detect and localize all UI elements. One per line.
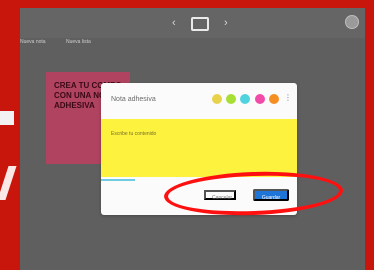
chevron-right-icon[interactable]: › bbox=[224, 17, 228, 29]
more-icon[interactable]: ⋮ bbox=[284, 93, 292, 102]
editor-placeholder: Escribe tu contenido bbox=[111, 131, 157, 137]
top-toolbar: ‹ › bbox=[20, 8, 365, 38]
app-screen: ‹ › Nueva nota Nueva lista CREA TU COMPO… bbox=[20, 8, 365, 270]
color-swatch-cyan[interactable] bbox=[240, 94, 250, 104]
document-icon[interactable] bbox=[191, 17, 209, 31]
note-editor[interactable]: Escribe tu contenido bbox=[101, 119, 297, 177]
chevron-left-icon[interactable]: ‹ bbox=[172, 17, 176, 29]
color-swatch-orange[interactable] bbox=[269, 94, 279, 104]
color-swatch-pink[interactable] bbox=[255, 94, 265, 104]
dialog-title: Nota adhesiva bbox=[111, 96, 156, 103]
editor-progress bbox=[101, 179, 135, 181]
nav-link-new-list[interactable]: Nueva lista bbox=[66, 39, 91, 45]
avatar[interactable] bbox=[345, 15, 359, 29]
nav-link-new-note[interactable]: Nueva nota bbox=[20, 39, 46, 45]
left-tab bbox=[0, 111, 14, 125]
color-swatch-yellow[interactable] bbox=[212, 94, 222, 104]
color-swatch-green[interactable] bbox=[226, 94, 236, 104]
slash-mark bbox=[0, 166, 17, 200]
left-panel bbox=[0, 0, 20, 270]
